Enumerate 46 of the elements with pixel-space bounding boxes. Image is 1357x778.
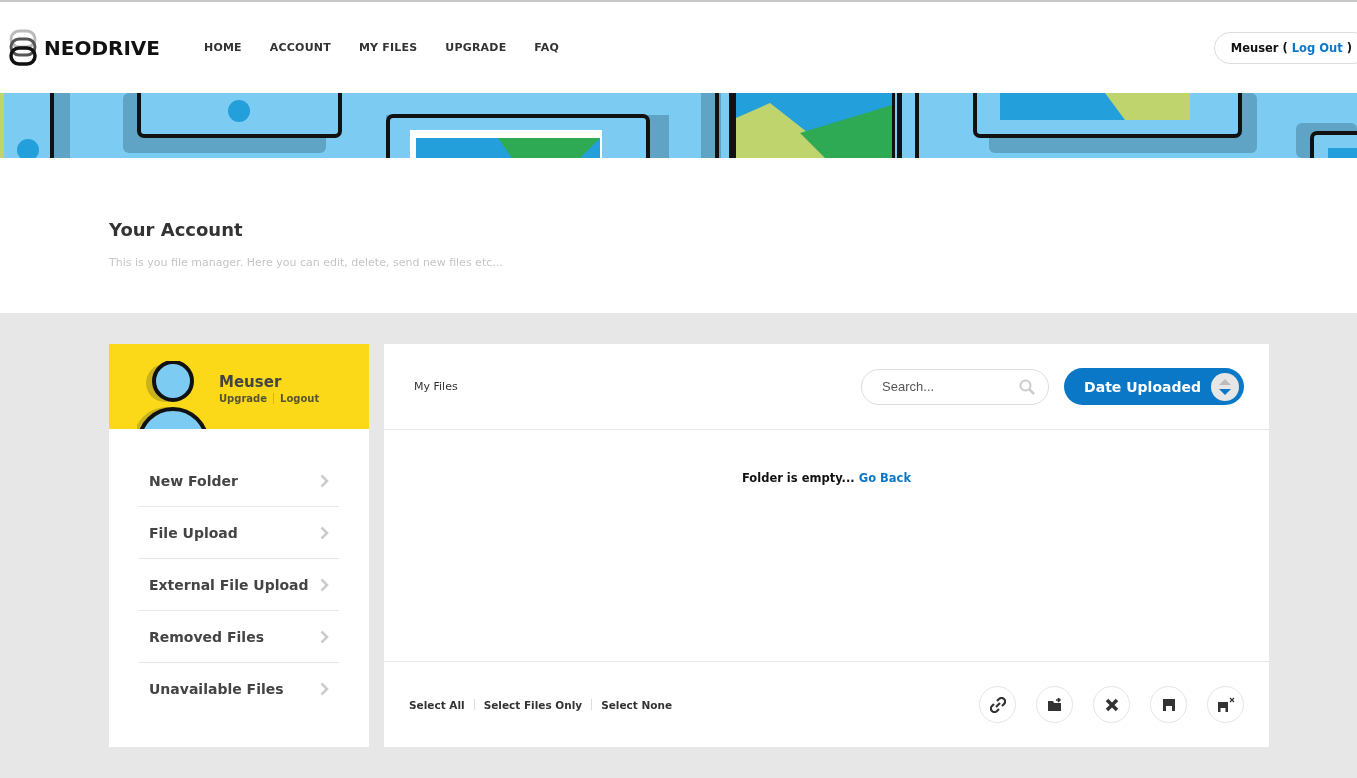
profile-link[interactable]: Upgrade [219, 393, 268, 404]
header-logout-link[interactable]: Log Out [1291, 40, 1343, 55]
chevron-icon [320, 525, 329, 540]
unsave-button[interactable] [1207, 686, 1244, 723]
sidebar-item[interactable]: Unavailable Files [139, 663, 339, 714]
nav-link[interactable]: ACCOUNT [255, 41, 345, 54]
move-folder-button[interactable] [1036, 686, 1073, 723]
selection-link[interactable]: Select All [409, 698, 465, 711]
profile-name: Meuser [219, 373, 283, 391]
sort-dropdown[interactable]: Date Uploaded [1064, 368, 1244, 405]
go-back-link[interactable]: Go Back [858, 471, 912, 485]
nav-link[interactable]: UPGRADE [431, 41, 521, 54]
nav-link[interactable]: HOME [190, 41, 256, 54]
sidebar-item[interactable]: External File Upload [139, 559, 339, 611]
parenthesis: ) [1346, 40, 1352, 55]
breadcrumb: My Files [414, 380, 458, 393]
link-button[interactable] [979, 686, 1016, 723]
sort-arrows-icon [1211, 372, 1239, 401]
nav-link[interactable]: MY FILES [344, 41, 432, 54]
nav-link[interactable]: FAQ [520, 41, 574, 54]
sidebar-item[interactable]: New Folder [139, 455, 339, 507]
page-title: Your Account [109, 219, 244, 240]
sidebar-item[interactable]: Removed Files [139, 611, 339, 663]
search-icon [1019, 378, 1036, 395]
logo-text: NEODRIVE [44, 35, 160, 60]
close-icon [1104, 697, 1119, 712]
floppy-icon [1161, 697, 1176, 712]
username: Meuser [1230, 40, 1279, 55]
floppy-cross-icon [1216, 696, 1235, 713]
empty-message: Folder is empty... Go Back [740, 471, 913, 485]
parenthesis: ( [1282, 40, 1288, 55]
delete-button[interactable] [1093, 686, 1130, 723]
link-icon [989, 696, 1006, 713]
logo-icon [8, 28, 38, 67]
page-subtitle: This is you file manager. Here you can edit, delete, send new files etc... [109, 256, 504, 269]
profile-link[interactable]: Logout [280, 393, 320, 404]
chevron-icon [320, 681, 329, 696]
folder-icon [1046, 697, 1063, 712]
chevron-icon [320, 473, 329, 488]
sidebar-item[interactable]: File Upload [139, 507, 339, 559]
save-button[interactable] [1150, 686, 1187, 723]
selection-link[interactable]: Select Files Only [483, 698, 583, 711]
search-field[interactable]: Search... [861, 368, 1050, 405]
selection-link[interactable]: Select None [601, 698, 673, 711]
chevron-icon [320, 577, 329, 592]
chevron-icon [320, 629, 329, 644]
